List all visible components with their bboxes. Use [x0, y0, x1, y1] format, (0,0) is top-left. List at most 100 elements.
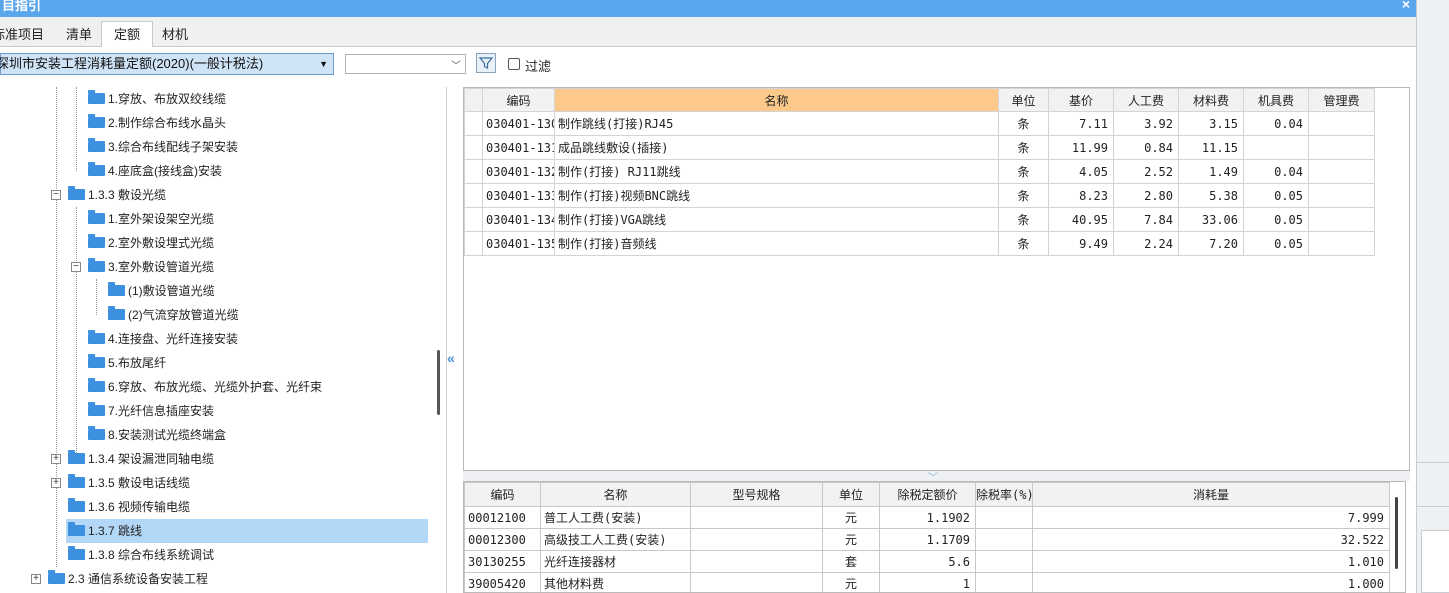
folder-open-icon: [88, 258, 105, 273]
column-header-name[interactable]: 名称: [554, 88, 999, 112]
tree-node[interactable]: 4.连接盘、光纤连接安装: [88, 327, 238, 351]
folder-icon: [88, 234, 105, 249]
tree-node[interactable]: 3.室外敷设管道光缆: [88, 255, 214, 279]
toolbar: 深圳市安装工程消耗量定额(2020)(一般计税法) ▼ ﹀ 过滤: [0, 47, 1416, 83]
folder-open-icon: [68, 186, 85, 201]
tab-materials[interactable]: 材机: [162, 23, 192, 47]
collapse-toggle-icon[interactable]: −: [51, 190, 61, 200]
folder-icon: [88, 210, 105, 225]
tab-bill[interactable]: 清单: [66, 23, 96, 47]
expand-toggle-icon[interactable]: +: [51, 454, 61, 464]
folder-icon: [88, 330, 105, 345]
table-header-row: 编码 名称 型号规格 单位 除税定额价 除税率(%) 消耗量: [464, 482, 1390, 507]
table-row[interactable]: 030401-131 成品跳线敷设(插接) 条 11.99 0.84 11.15: [464, 135, 1375, 160]
folder-icon: [88, 378, 105, 393]
right-side-panel: [1416, 0, 1449, 593]
folder-icon: [88, 402, 105, 417]
collapse-toggle-icon[interactable]: −: [71, 262, 81, 272]
tree-node[interactable]: 7.光纤信息插座安装: [88, 399, 214, 423]
column-header-unit[interactable]: 单位: [822, 482, 880, 507]
folder-icon: [88, 354, 105, 369]
tree-node[interactable]: 2.制作综合布线水晶头: [88, 111, 226, 135]
column-header-spec[interactable]: 型号规格: [690, 482, 823, 507]
tab-standard-items[interactable]: 标准项目: [0, 23, 48, 47]
table-row[interactable]: 030401-130 制作跳线(打接)RJ45 条 7.11 3.92 3.15 0.04: [464, 111, 1375, 136]
quota-library-value: 深圳市安装工程消耗量定额(2020)(一般计税法): [0, 56, 264, 71]
expand-toggle-icon[interactable]: +: [51, 478, 61, 488]
folder-icon: [88, 162, 105, 177]
consumption-table: 编码 名称 型号规格 单位 除税定额价 除税率(%) 消耗量 00012100 普…: [463, 481, 1406, 593]
chevron-down-icon: ﹀: [451, 61, 461, 72]
sub-library-select[interactable]: ﹀: [345, 54, 466, 74]
quota-library-select[interactable]: 深圳市安装工程消耗量定额(2020)(一般计税法) ▼: [0, 53, 334, 75]
table-row[interactable]: 30130255 光纤连接器材套 5.6 1.010: [464, 550, 1390, 573]
panel-splitter[interactable]: ﹀: [463, 471, 1410, 484]
folder-icon: [88, 90, 105, 105]
column-header-management[interactable]: 管理费: [1308, 88, 1375, 112]
tree-node[interactable]: 3.综合布线配线子架安装: [88, 135, 238, 159]
table-row[interactable]: 00012300 高级技工人工费(安装) 元 1.1709 32.522: [464, 528, 1390, 551]
window-titlebar: 目指引 ×: [0, 0, 1416, 17]
tree-node[interactable]: 1.室外架设架空光缆: [88, 207, 214, 231]
tree-node[interactable]: 5.布放尾纤: [88, 351, 166, 375]
tree-node[interactable]: 4.座底盒(接线盒)安装: [88, 159, 222, 183]
folder-icon: [108, 306, 125, 321]
folder-icon: [108, 282, 125, 297]
dropdown-arrow-icon: ▼: [319, 59, 328, 69]
collapse-panel-icon[interactable]: «: [447, 350, 455, 366]
table-row[interactable]: 030401-135 制作(打接)音频线条 9.49 2.24 7.20 0.05: [464, 231, 1375, 256]
folder-icon: [68, 450, 85, 465]
column-header-price[interactable]: 除税定额价: [879, 482, 976, 507]
column-header-unit[interactable]: 单位: [998, 88, 1049, 112]
table-header-row: 编码 名称 单位 基价 人工费 材料费 机具费 管理费: [464, 88, 1375, 112]
column-header-material[interactable]: 材料费: [1178, 88, 1244, 112]
quota-table: 编码 名称 单位 基价 人工费 材料费 机具费 管理费 030401-130 制作…: [463, 87, 1410, 471]
filter-label: 过滤: [525, 59, 552, 74]
folder-icon: [88, 138, 105, 153]
column-header-name[interactable]: 名称: [540, 482, 691, 507]
window-title: 目指引: [2, 0, 42, 13]
tree-node[interactable]: 1.3.3 敷设光缆: [68, 183, 166, 207]
funnel-icon: [478, 57, 494, 69]
folder-icon: [88, 426, 105, 441]
column-header-consumption[interactable]: 消耗量: [1032, 482, 1390, 507]
table-row[interactable]: 030401-134 制作(打接)VGA跳线条 40.95 7.84 33.06 0.05: [464, 207, 1375, 232]
tree-node[interactable]: 1.穿放、布放双绞线缆: [88, 87, 226, 111]
tree-node[interactable]: 8.安装测试光缆终端盒: [88, 423, 226, 447]
tree-node[interactable]: 1.3.6 视频传输电缆: [68, 495, 190, 519]
table-row[interactable]: 00012100 普工人工费(安装) 元 1.1902 7.999: [464, 506, 1390, 529]
close-icon[interactable]: ×: [1402, 0, 1410, 11]
folder-icon: [68, 474, 85, 489]
column-header-tax-rate[interactable]: 除税率(%): [975, 482, 1033, 507]
tree-node[interactable]: 6.穿放、布放光缆、光缆外护套、光纤束: [88, 375, 322, 399]
tree-node[interactable]: 1.3.8 综合布线系统调试: [68, 543, 214, 567]
tree-node[interactable]: 2.室外敷设埋式光缆: [88, 231, 214, 255]
column-header-code[interactable]: 编码: [482, 88, 555, 112]
tree-scrollbar[interactable]: [437, 350, 440, 415]
tree-node[interactable]: (2)气流穿放管道光缆: [108, 303, 239, 327]
filter-button[interactable]: [476, 53, 496, 73]
tree-node[interactable]: (1)敷设管道光缆: [108, 279, 215, 303]
folder-icon: [68, 546, 85, 561]
column-header-labor[interactable]: 人工费: [1113, 88, 1179, 112]
folder-icon: [68, 522, 85, 537]
folder-icon: [88, 114, 105, 129]
expand-toggle-icon[interactable]: +: [31, 574, 41, 584]
filter-checkbox[interactable]: [508, 58, 520, 70]
tab-quota[interactable]: 定额: [101, 21, 153, 48]
table-row[interactable]: 030401-132 制作(打接) RJ11跳线条 4.05 2.52 1.49 0.04: [464, 159, 1375, 184]
column-header-base-price[interactable]: 基价: [1048, 88, 1114, 112]
tree-node[interactable]: 2.3 通信系统设备安装工程: [48, 567, 208, 591]
tab-bar: 标准项目 清单 定额 材机: [0, 17, 1416, 48]
table-row[interactable]: 030401-133 制作(打接)视频BNC跳线条 8.23 2.80 5.38 0.05: [464, 183, 1375, 208]
table-row[interactable]: 39005420 其他材料费元 1 1.000: [464, 572, 1390, 592]
column-header-code[interactable]: 编码: [464, 482, 541, 507]
table-scrollbar[interactable]: [1395, 497, 1398, 569]
column-header-machine[interactable]: 机具费: [1243, 88, 1309, 112]
tree-node[interactable]: 1.3.5 敷设电话线缆: [68, 471, 190, 495]
folder-icon: [48, 570, 65, 585]
folder-icon: [68, 498, 85, 513]
tree-node[interactable]: 1.3.4 架设漏泄同轴电缆: [68, 447, 214, 471]
quota-chapter-tree: 1.穿放、布放双绞线缆 2.制作综合布线水晶头 3.综合布线配线子架安装 4.座…: [0, 87, 447, 593]
tree-node-selected[interactable]: 1.3.7 跳线: [66, 519, 428, 543]
